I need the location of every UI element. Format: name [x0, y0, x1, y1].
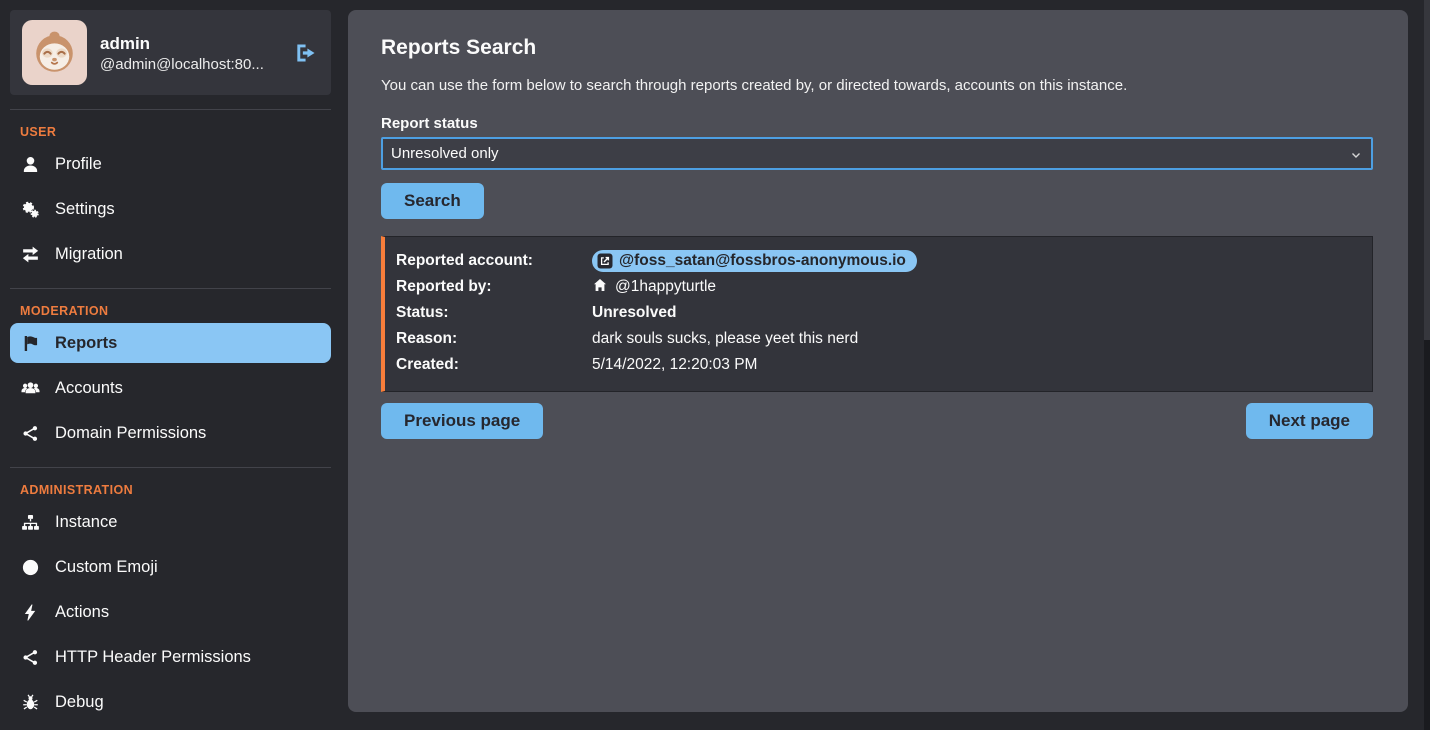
- sidebar-item-migration[interactable]: Migration: [10, 234, 331, 274]
- sidebar-item-label: Profile: [55, 155, 102, 174]
- sidebar-item-actions[interactable]: Actions: [10, 592, 331, 632]
- user-meta: admin @admin@localhost:80...: [100, 32, 280, 74]
- sidebar-divider: [10, 109, 331, 110]
- user-card: admin @admin@localhost:80...: [10, 10, 331, 95]
- exchange-arrows-icon: [20, 244, 41, 264]
- external-link-square-icon: [597, 253, 613, 269]
- sidebar-item-settings[interactable]: Settings: [10, 189, 331, 229]
- created-value: 5/14/2022, 12:20:03 PM: [592, 356, 757, 374]
- main-panel: Reports Search You can use the form belo…: [348, 10, 1408, 712]
- reported-account-handle: @foss_satan@fossbros-anonymous.io: [619, 252, 906, 270]
- sidebar-item-label: Settings: [55, 200, 115, 219]
- share-nodes-icon: [20, 647, 41, 667]
- smiley-icon: [20, 557, 41, 577]
- users-icon: [20, 378, 41, 398]
- reported-account-link[interactable]: @foss_satan@fossbros-anonymous.io: [592, 250, 917, 272]
- created-label: Created:: [396, 356, 592, 374]
- report-status-select[interactable]: Unresolved only: [381, 137, 1373, 170]
- section-label-moderation: MODERATION: [10, 304, 331, 318]
- gears-icon: [20, 199, 41, 219]
- status-value: Unresolved: [592, 304, 676, 322]
- next-page-button[interactable]: Next page: [1246, 403, 1373, 439]
- section-label-user: USER: [10, 125, 331, 139]
- sidebar-item-instance[interactable]: Instance: [10, 502, 331, 542]
- reported-account-label: Reported account:: [396, 252, 592, 270]
- report-status-label: Report status: [381, 115, 1373, 132]
- status-label: Status:: [396, 304, 592, 322]
- page-scrollbar: [1424, 0, 1430, 730]
- sidebar-divider: [10, 288, 331, 289]
- sidebar-item-profile[interactable]: Profile: [10, 144, 331, 184]
- report-row-reason: Reason: dark souls sucks, please yeet th…: [396, 326, 1358, 352]
- chevron-down-icon: [1349, 148, 1363, 162]
- sidebar-item-label: Migration: [55, 245, 123, 264]
- report-status-selected-value: Unresolved only: [391, 145, 499, 162]
- search-button[interactable]: Search: [381, 183, 484, 219]
- section-label-administration: ADMINISTRATION: [10, 483, 331, 497]
- user-handle: @admin@localhost:80...: [100, 56, 280, 73]
- share-nodes-icon: [20, 423, 41, 443]
- report-row-status: Status: Unresolved: [396, 300, 1358, 326]
- sidebar-item-label: Actions: [55, 603, 109, 622]
- sidebar-item-label: Custom Emoji: [55, 558, 158, 577]
- bolt-icon: [20, 602, 41, 622]
- user-icon: [20, 154, 41, 174]
- bug-icon: [20, 692, 41, 712]
- reported-by-label: Reported by:: [396, 278, 592, 296]
- sidebar-item-reports[interactable]: Reports: [10, 323, 331, 363]
- sidebar-item-domain-permissions[interactable]: Domain Permissions: [10, 413, 331, 453]
- sidebar-item-label: Reports: [55, 334, 117, 353]
- sidebar-divider: [10, 467, 331, 468]
- sidebar-item-label: Debug: [55, 693, 104, 712]
- flag-icon: [20, 333, 41, 353]
- sidebar: admin @admin@localhost:80... USER Profil…: [0, 0, 345, 730]
- report-row-reported-by: Reported by: @1happyturtle: [396, 274, 1358, 300]
- sidebar-item-debug[interactable]: Debug: [10, 682, 331, 722]
- sidebar-item-label: HTTP Header Permissions: [55, 648, 251, 667]
- pagination: Previous page Next page: [381, 403, 1373, 439]
- page-description: You can use the form below to search thr…: [381, 77, 1373, 94]
- reason-label: Reason:: [396, 330, 592, 348]
- sidebar-item-http-header-permissions[interactable]: HTTP Header Permissions: [10, 637, 331, 677]
- username: admin: [100, 32, 280, 57]
- previous-page-button[interactable]: Previous page: [381, 403, 543, 439]
- scrollbar-thumb[interactable]: [1424, 0, 1430, 340]
- report-card[interactable]: Reported account: @foss_satan@fossbros-a…: [381, 236, 1373, 392]
- reason-value: dark souls sucks, please yeet this nerd: [592, 330, 858, 348]
- sign-out-icon: [293, 40, 319, 66]
- sidebar-item-label: Accounts: [55, 379, 123, 398]
- page-title: Reports Search: [381, 36, 1373, 60]
- report-row-reported-account: Reported account: @foss_satan@fossbros-a…: [396, 248, 1358, 274]
- sidebar-item-custom-emoji[interactable]: Custom Emoji: [10, 547, 331, 587]
- sidebar-item-label: Domain Permissions: [55, 424, 206, 443]
- logout-button[interactable]: [293, 40, 319, 66]
- reported-by-handle: @1happyturtle: [615, 278, 716, 296]
- sidebar-item-accounts[interactable]: Accounts: [10, 368, 331, 408]
- report-row-created: Created: 5/14/2022, 12:20:03 PM: [396, 352, 1358, 378]
- home-icon: [592, 277, 608, 298]
- sitemap-icon: [20, 512, 41, 532]
- sloth-avatar: [22, 20, 87, 85]
- sidebar-item-label: Instance: [55, 513, 117, 532]
